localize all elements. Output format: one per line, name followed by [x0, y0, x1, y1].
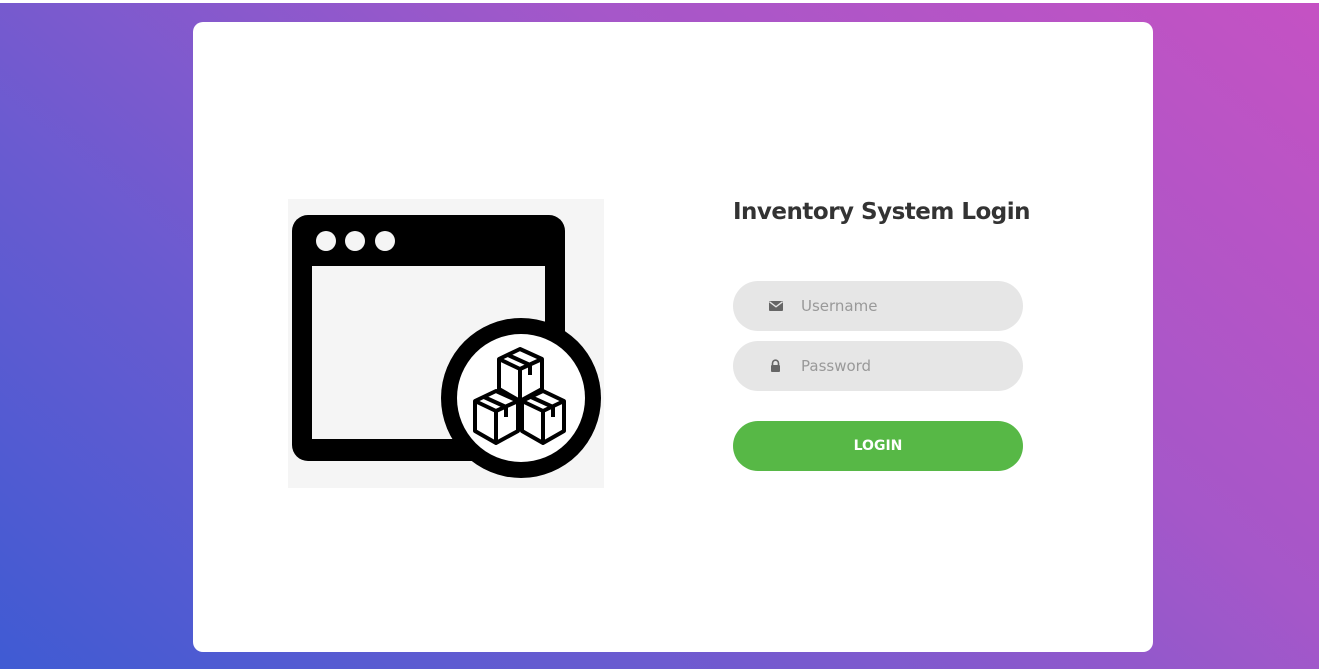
username-field[interactable]	[733, 281, 1023, 331]
top-border	[0, 0, 1319, 3]
envelope-icon	[768, 298, 784, 314]
inventory-illustration	[288, 199, 604, 488]
password-field[interactable]	[733, 341, 1023, 391]
username-input[interactable]	[801, 281, 1001, 331]
password-input[interactable]	[801, 341, 1001, 391]
lock-icon	[768, 358, 784, 374]
login-button[interactable]: LOGIN	[733, 421, 1023, 471]
login-card: Inventory System Login LOGIN	[193, 22, 1153, 652]
page-title: Inventory System Login	[733, 199, 1031, 225]
login-form: Inventory System Login LOGIN	[733, 194, 1031, 471]
inventory-window-boxes-icon	[292, 215, 601, 478]
